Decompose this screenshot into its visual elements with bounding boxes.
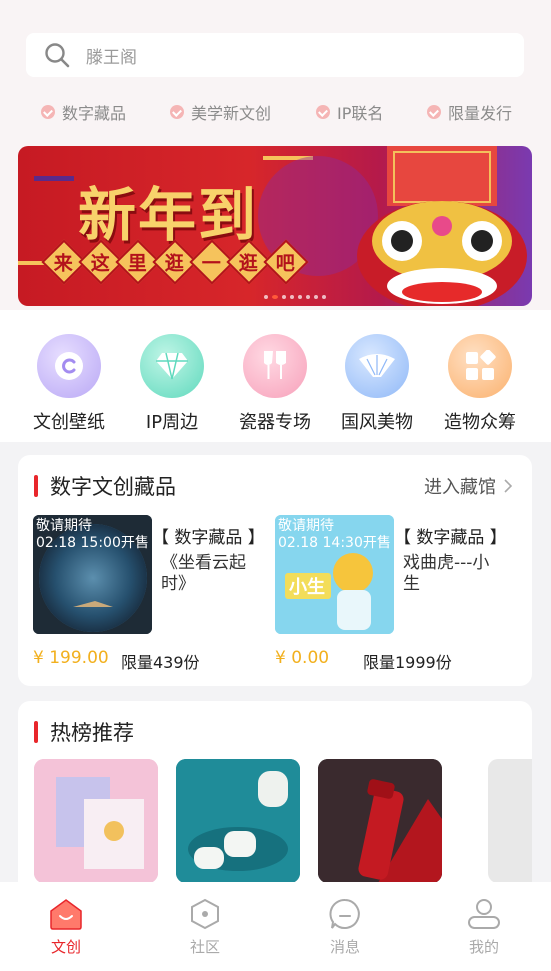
category-crowdfund[interactable]: 造物众筹 [430,334,530,434]
banner-char-text: 来 [54,252,74,275]
tag-item[interactable]: 限量发行 [427,100,512,124]
collection-item[interactable]: 敬请期待 02.18 15:00开售 【 数字藏品 】 《坐看云起时》 ¥ 19… [33,515,273,675]
tab-messages[interactable]: 消息 [305,898,385,957]
user-icon [468,899,500,929]
promo-banner[interactable]: 新年到 来 这 里 逛 一 逛 吧 [18,146,532,306]
badge-time: 02.18 14:30开售 [278,535,391,551]
section-title: 数字文创藏品 [50,475,176,499]
hot-item-teaset[interactable] [176,759,300,883]
tab-label: 文创 [50,938,81,956]
tag-item[interactable]: 美学新文创 [170,100,271,124]
item-limit: 限量439份 [121,653,200,672]
item-category: 【 数字藏品 】 [152,528,265,548]
tab-profile[interactable]: 我的 [444,898,524,957]
banner-char-text: 一 [202,252,222,275]
section-header: 数字文创藏品 [34,471,176,501]
item-price: ¥ 0.00 [275,648,330,668]
banner-char-text: 吧 [276,252,296,275]
section-accent-bar [34,721,38,743]
category-grid: 文创壁纸 IP周边 瓷器专场 国风美物 造物众筹 [0,310,551,442]
banner-subtitle: 来 这 里 逛 一 逛 吧 [41,239,309,285]
tag-item[interactable]: IP联名 [316,100,383,124]
collection-item[interactable]: 小生 敬请期待 02.18 14:30开售 【 数字藏品 】 戏曲虎---小生 … [275,515,515,675]
category-porcelain[interactable]: 瓷器专场 [225,334,325,434]
banner-char-text: 里 [128,252,148,275]
feature-tags: 数字藏品 美学新文创 IP联名 限量发行 [0,100,551,124]
item-category: 【 数字藏品 】 [394,528,507,548]
check-icon [170,105,184,119]
message-icon [329,898,360,929]
home-icon [50,899,82,930]
blocks-icon [448,334,512,398]
category-label: 造物众筹 [444,412,516,433]
enter-gallery-label: 进入藏馆 [424,477,496,498]
banner-char-text: 这 [91,252,111,275]
hexagon-icon [191,898,219,930]
collection-section: 数字文创藏品 进入藏馆 敬请期待 02.18 15:00开售 【 数字藏品 】 … [18,455,532,686]
diamond-icon [140,334,204,398]
item-name: 《坐看云起时》 [161,553,246,594]
fan-icon [345,334,409,398]
category-guofeng[interactable]: 国风美物 [327,334,427,434]
sale-badge: 敬请期待 02.18 15:00开售 [36,518,149,552]
banner-title: 新年到 [78,181,259,249]
svg-text:小生: 小生 [289,576,325,598]
sale-badge: 敬请期待 02.18 14:30开售 [278,518,391,552]
badge-status: 敬请期待 [36,518,92,534]
tab-wenchuang[interactable]: 文创 [26,898,106,957]
tab-label: 社区 [189,938,220,956]
banner-char-text: 逛 [239,252,259,275]
category-wallpaper[interactable]: 文创壁纸 [19,334,119,434]
carousel-dots[interactable] [264,295,326,299]
search-placeholder: 滕王阁 [86,47,137,68]
bottom-tabbar: 文创 社区 消息 我的 [0,882,551,971]
section-accent-bar [34,475,38,497]
chevron-right-icon [504,479,512,493]
lion-dance-illustration [357,146,527,306]
hot-section: 热榜推荐 [18,701,532,901]
copyright-icon [37,334,101,398]
section-title: 热榜推荐 [50,721,134,745]
tag-label: 美学新文创 [191,104,272,123]
item-name: 戏曲虎---小生 [403,553,490,594]
category-label: 国风美物 [341,412,413,433]
enter-gallery-link[interactable]: 进入藏馆 [424,473,512,499]
hot-item-thermos[interactable] [318,759,442,883]
badge-status: 敬请期待 [278,518,334,534]
check-icon [316,105,330,119]
search-bar[interactable]: 滕王阁 [26,33,524,77]
check-icon [41,105,55,119]
banner-char: 吧 [263,239,309,285]
search-icon [45,43,70,68]
section-header: 热榜推荐 [34,717,134,747]
category-label: 瓷器专场 [239,412,311,433]
tag-label: 限量发行 [448,104,513,123]
category-label: 文创壁纸 [33,412,105,433]
header-area: 滕王阁 数字藏品 美学新文创 IP联名 限量发行 新年到 来 这 里 逛 一 逛… [0,0,551,310]
tag-item[interactable]: 数字藏品 [41,100,126,124]
tag-label: IP联名 [337,104,384,123]
check-icon [427,105,441,119]
badge-time: 02.18 15:00开售 [36,535,149,551]
item-limit: 限量1999份 [363,653,452,672]
tab-label: 消息 [329,938,360,956]
tab-label: 我的 [468,938,499,956]
hot-item-partial[interactable] [488,759,532,883]
banner-char-text: 逛 [165,252,185,275]
hot-item-giftbox[interactable] [34,759,158,883]
tag-label: 数字藏品 [62,104,127,123]
category-ip[interactable]: IP周边 [122,334,222,434]
wine-glass-icon [243,334,307,398]
category-label: IP周边 [145,412,199,433]
item-price: ¥ 199.00 [33,648,109,668]
tab-community[interactable]: 社区 [165,898,245,957]
